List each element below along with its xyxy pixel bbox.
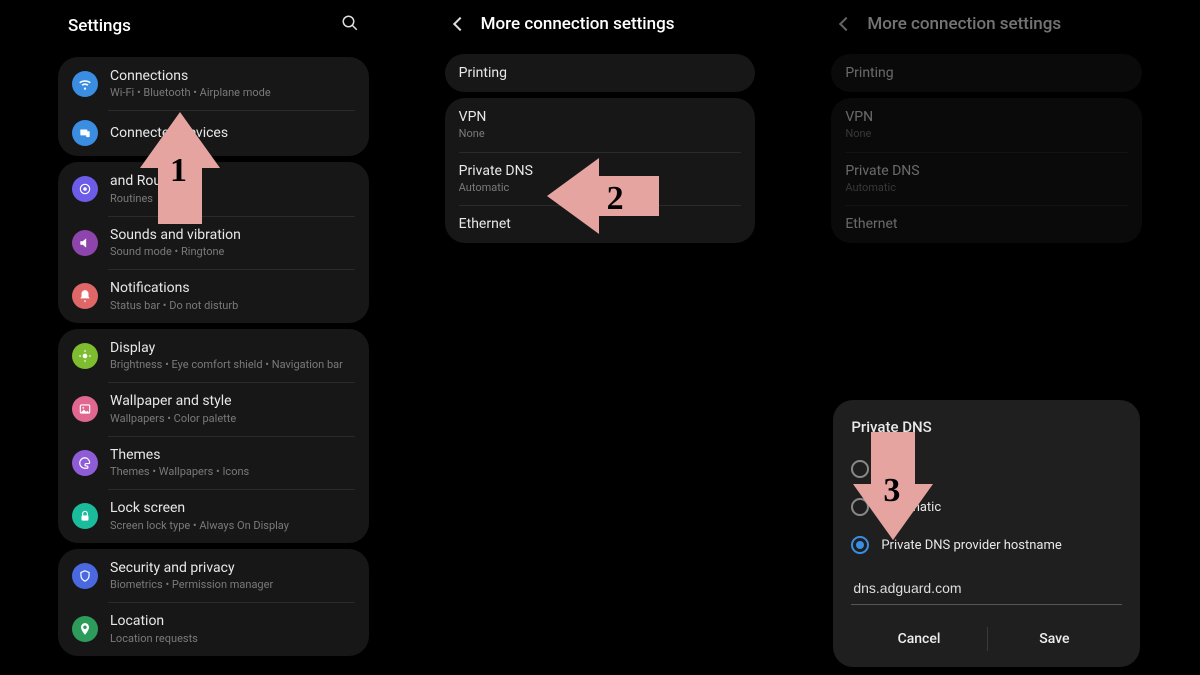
radio-icon <box>851 498 869 516</box>
picture-icon <box>72 396 98 422</box>
connection-group: Printing <box>831 54 1142 92</box>
save-button[interactable]: Save <box>987 617 1122 661</box>
item-sub: Screen lock type • Always On Display <box>110 519 355 533</box>
settings-item-connected-devices[interactable]: Connected devices <box>58 110 369 156</box>
item-title: Connected devices <box>110 124 355 142</box>
devices-icon <box>72 120 98 146</box>
item-sub: Status bar • Do not disturb <box>110 299 355 313</box>
lock-icon <box>72 503 98 529</box>
settings-item-security[interactable]: Security and privacy Biometrics • Permis… <box>58 549 369 602</box>
page-title: More connection settings <box>481 14 675 34</box>
cancel-button[interactable]: Cancel <box>851 617 986 661</box>
item-title: Wallpaper and style <box>110 392 355 410</box>
page-title: Settings <box>68 16 131 36</box>
bell-icon <box>72 283 98 309</box>
modes-icon <box>72 176 98 202</box>
settings-item-display[interactable]: Display Brightness • Eye comfort shield … <box>58 329 369 382</box>
shield-icon <box>72 563 98 589</box>
settings-item-connections[interactable]: Connections Wi-Fi • Bluetooth • Airplane… <box>58 57 369 110</box>
item-title: Ethernet <box>459 215 742 233</box>
settings-item-sounds[interactable]: Sounds and vibration Sound mode • Ringto… <box>58 216 369 269</box>
item-title: and Routines <box>110 172 355 190</box>
radio-label: Automatic <box>881 500 941 515</box>
settings-group: Display Brightness • Eye comfort shield … <box>58 329 369 543</box>
page-title: More connection settings <box>867 14 1061 34</box>
radio-label: Private DNS provider hostname <box>881 538 1061 553</box>
back-icon[interactable] <box>453 17 467 31</box>
item-title: Printing <box>459 64 742 82</box>
settings-header: Settings <box>50 0 377 51</box>
connection-group: VPN None Private DNS Automatic Ethernet <box>831 98 1142 243</box>
item-title: Connections <box>110 67 355 85</box>
radio-label: Off <box>881 462 899 477</box>
dialog-title: Private DNS <box>851 418 1122 436</box>
item-sub: Themes • Wallpapers • Icons <box>110 465 355 479</box>
item-sub: None <box>459 127 742 141</box>
connection-group: VPN None Private DNS Automatic Ethernet <box>445 98 756 243</box>
screen-private-dns-dialog: More connection settings Printing VPN No… <box>823 0 1150 675</box>
item-title: Sounds and vibration <box>110 226 355 244</box>
item-sub: Routines <box>110 192 355 206</box>
private-dns-dialog: Private DNS Off Automatic Private DNS pr… <box>833 400 1140 667</box>
item-title: Display <box>110 339 355 357</box>
item-printing: Printing <box>831 54 1142 92</box>
settings-item-wallpaper[interactable]: Wallpaper and style Wallpapers • Color p… <box>58 382 369 435</box>
radio-option-hostname[interactable]: Private DNS provider hostname <box>851 526 1122 564</box>
screen-more-connection-settings: More connection settings Printing VPN No… <box>437 0 764 675</box>
radio-option-off[interactable]: Off <box>851 450 1122 488</box>
item-vpn: VPN None <box>831 98 1142 151</box>
item-sub: Automatic <box>459 181 742 195</box>
connection-group: Printing <box>445 54 756 92</box>
settings-item-modes[interactable]: and Routines Routines <box>58 162 369 215</box>
item-title: Private DNS <box>459 162 742 180</box>
item-title: Lock screen <box>110 499 355 517</box>
item-title: Themes <box>110 446 355 464</box>
item-private-dns: Private DNS Automatic <box>831 152 1142 205</box>
item-sub: Location requests <box>110 632 355 646</box>
radio-icon <box>851 460 869 478</box>
settings-item-notifications[interactable]: Notifications Status bar • Do not distur… <box>58 269 369 322</box>
item-vpn[interactable]: VPN None <box>445 98 756 151</box>
back-icon <box>839 17 853 31</box>
settings-item-lockscreen[interactable]: Lock screen Screen lock type • Always On… <box>58 489 369 542</box>
dialog-buttons: Cancel Save <box>851 617 1122 661</box>
settings-group: and Routines Routines Sounds and vibrati… <box>58 162 369 322</box>
header: More connection settings <box>823 0 1150 48</box>
header: More connection settings <box>437 0 764 48</box>
search-icon[interactable] <box>341 14 359 37</box>
item-sub: Sound mode • Ringtone <box>110 245 355 259</box>
item-title: VPN <box>459 108 742 126</box>
item-private-dns[interactable]: Private DNS Automatic <box>445 152 756 205</box>
wifi-icon <box>72 71 98 97</box>
item-ethernet: Ethernet <box>831 205 1142 243</box>
hostname-input[interactable] <box>851 570 1122 605</box>
sound-icon <box>72 230 98 256</box>
item-sub: Wi-Fi • Bluetooth • Airplane mode <box>110 86 355 100</box>
item-ethernet[interactable]: Ethernet <box>445 205 756 243</box>
item-title: Notifications <box>110 279 355 297</box>
item-sub: Biometrics • Permission manager <box>110 578 355 592</box>
settings-group: Connections Wi-Fi • Bluetooth • Airplane… <box>58 57 369 156</box>
radio-option-automatic[interactable]: Automatic <box>851 488 1122 526</box>
pin-icon <box>72 616 98 642</box>
sun-icon <box>72 343 98 369</box>
settings-item-location[interactable]: Location Location requests <box>58 602 369 655</box>
palette-icon <box>72 450 98 476</box>
item-sub: Wallpapers • Color palette <box>110 412 355 426</box>
radio-icon <box>851 536 869 554</box>
settings-item-themes[interactable]: Themes Themes • Wallpapers • Icons <box>58 436 369 489</box>
item-sub: Brightness • Eye comfort shield • Naviga… <box>110 358 355 372</box>
item-printing[interactable]: Printing <box>445 54 756 92</box>
settings-group: Security and privacy Biometrics • Permis… <box>58 549 369 656</box>
item-title: Location <box>110 612 355 630</box>
screen-settings: Settings Connections Wi-Fi • Bluetooth •… <box>50 0 377 675</box>
item-title: Security and privacy <box>110 559 355 577</box>
